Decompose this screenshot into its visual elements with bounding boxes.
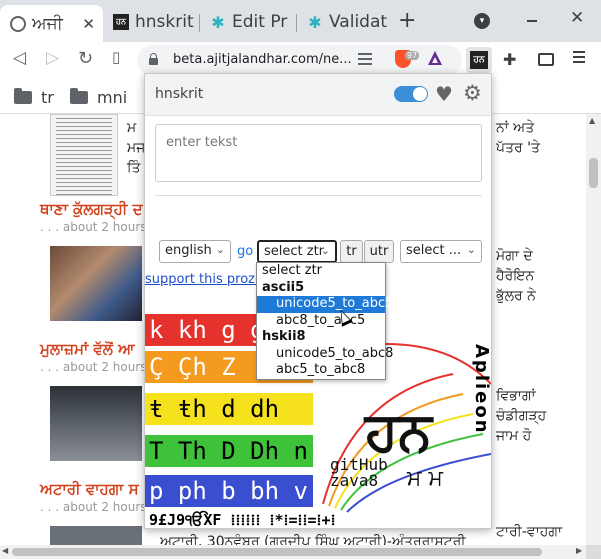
go-link[interactable]: go (237, 244, 253, 259)
teal-star-icon: ✱ (211, 12, 225, 32)
bookmark-folder-tr[interactable]: tr (14, 88, 54, 107)
reload-icon[interactable]: ↻ (78, 48, 93, 69)
dropdown-option[interactable]: abc8_to_abc5 (257, 313, 385, 330)
article-snippet: ਭੁੱਲਰ ਨੇ (496, 288, 536, 304)
logo-band-blue: p ph b bh v m (145, 475, 313, 507)
dropdown-option[interactable]: abc5_to_abc8 (257, 362, 385, 379)
article-snippet: ਟਾਰੀ-ਵਾਹਗਾ (496, 524, 563, 540)
article-snippet: ਮੋਗਾ ਦੇ (496, 248, 533, 264)
tab-ajit[interactable]: ਅਜੀ ✕ (0, 5, 103, 42)
tab-hnskrit[interactable]: ਹਨ hnskrit (103, 6, 199, 38)
scrollbar-thumb[interactable] (589, 158, 598, 188)
tab-title: Edit Pr (232, 12, 288, 32)
tab-title: Validat (329, 12, 388, 32)
chevron-down-icon: ⌄ (320, 244, 330, 257)
article-time: . . . about 2 hours (40, 220, 147, 234)
language-select[interactable]: english ⌄ (159, 240, 231, 263)
folder-icon (70, 88, 88, 104)
new-tab-button[interactable]: + (398, 8, 416, 33)
article-snippet: ਵਿਭਾਗਾਂ (496, 388, 536, 404)
scroll-up-icon[interactable]: ▲ (589, 116, 595, 125)
article-photo[interactable] (50, 246, 142, 321)
enable-toggle[interactable] (394, 86, 428, 102)
scrollbar-corner (586, 545, 601, 559)
scroll-right-icon[interactable]: ▶ (576, 546, 582, 555)
article-snippet: ਚੰਡੀਗੜ੍ਹ (496, 408, 547, 424)
scrollbar-thumb[interactable] (12, 548, 542, 556)
menu-icon[interactable] (573, 51, 585, 66)
gear-icon[interactable]: ⚙ (463, 81, 482, 105)
chevron-down-icon: ⌄ (215, 243, 225, 256)
scroll-left-icon[interactable]: ◀ (2, 546, 8, 555)
logo-vertical-text: Aplieon (471, 344, 491, 435)
article-thumbnail[interactable] (50, 114, 118, 196)
divider (155, 195, 482, 196)
dropdown-group: hskii8 (262, 329, 306, 344)
url-text[interactable]: beta.ajitjalandhar.com/ne... (173, 52, 352, 67)
article-snippet: ਪੱਤਰ 'ਤੇ (496, 140, 540, 156)
popup-header: hnskrit ♥ ⚙ (145, 74, 491, 116)
tab-strip: ਅਜੀ ✕ ਹਨ hnskrit ✱ Edit Pr ✱ Validat + ▾… (0, 0, 601, 42)
dropdown-group: ascii5 (262, 279, 305, 295)
wallet-icon[interactable] (538, 53, 554, 66)
tab-search-icon[interactable]: ▾ (474, 13, 490, 29)
article-snippet: ਮ (127, 120, 137, 136)
tab-validate[interactable]: ✱ Validat (297, 6, 389, 38)
logo-band-green: T Th D Dh n (145, 435, 313, 467)
article-photo[interactable] (50, 526, 142, 545)
article-snippet: ਜਾਮ ਹੋ (496, 428, 532, 444)
article-photo[interactable] (50, 386, 142, 461)
popup-title: hnskrit (155, 86, 204, 102)
chevron-down-icon: ⌄ (466, 243, 476, 256)
ztr-select[interactable]: select ztr ⌄ (257, 240, 337, 263)
dropdown-option[interactable]: select ztr (257, 263, 385, 280)
tab-edit[interactable]: ✱ Edit Pr (200, 6, 296, 38)
dropdown-option-selected[interactable]: unicode5_to_abc5 (257, 296, 393, 313)
article-snippet: ਮਜ (127, 140, 146, 156)
close-icon[interactable]: ✕ (82, 15, 95, 33)
logo-bottom-row: 9£J9ੴXF ⁞⁞⁞⁞⁞⁞ ⁞*⁞=⁞⁞=⁞+⁞ (149, 511, 336, 529)
logo-band-yellow: ŧ ŧh d dh (145, 393, 313, 425)
bookmark-icon[interactable]: ▯ (112, 48, 120, 66)
hnskrit-icon: ਹਨ (113, 14, 129, 30)
tr-button[interactable]: tr (340, 240, 363, 263)
back-icon[interactable]: ◁ (13, 48, 26, 68)
logo-small-glyph: ਮ ਮ (407, 466, 443, 491)
article-time: . . . about 2 hours (40, 500, 147, 514)
minimize-icon[interactable] (527, 20, 537, 22)
forward-icon[interactable]: ▷ (46, 48, 59, 68)
address-bar[interactable]: beta.ajitjalandhar.com/ne... 97 (137, 45, 462, 75)
window-close-icon[interactable]: ✕ (570, 8, 584, 28)
tab-title: ਅਜੀ (32, 13, 63, 34)
globe-icon (10, 15, 26, 32)
dropdown-option[interactable]: unicode5_to_abc8 (257, 346, 393, 363)
hnskrit-extension-icon[interactable]: ਹਨ (470, 51, 488, 69)
text-input[interactable]: enter tekst (155, 124, 482, 182)
horizontal-scrollbar[interactable]: ◀ ▶ (0, 545, 586, 559)
article-snippet: ਹੈਰੋਇਨ (496, 268, 535, 284)
browser-window: ਅਜੀ ✕ ਹਨ hnskrit ✱ Edit Pr ✱ Validat + ▾… (0, 0, 601, 559)
bookmark-folder-mni[interactable]: mni (70, 88, 127, 107)
lock-icon (149, 53, 158, 65)
output-select[interactable]: select ... ⌄ (400, 240, 482, 263)
article-headline[interactable]: ਅਟਾਰੀ ਵਾਹਗਾ ਸ (40, 480, 139, 498)
ztr-dropdown-list: select ztr ascii5 unicode5_to_abc5 abc8_… (256, 262, 393, 380)
article-snippet: ਤਿੰ (127, 160, 141, 176)
article-time: . . . about 2 hours (40, 360, 147, 374)
heart-icon[interactable]: ♥ (435, 82, 453, 106)
folder-icon (14, 88, 32, 104)
article-headline[interactable]: ਥਾਣਾ ਕੁੱਲਗੜ੍ਹੀ ਦ (40, 200, 143, 218)
brave-rewards-icon[interactable] (428, 51, 442, 65)
shields-count-badge: 97 (405, 51, 420, 60)
utr-button[interactable]: utr (364, 240, 394, 263)
article-snippet: ਨਾਂ ਅਤੇ (496, 120, 535, 136)
logo-github-text: gitHub zava8 (330, 455, 388, 490)
vertical-scrollbar[interactable]: ▲ (586, 114, 601, 545)
extensions-puzzle-icon[interactable]: ✚ (503, 50, 516, 69)
article-snippet: ਅਟਾਰੀ, 30ਨਵੰਬਰ (ਗੁਰਦੀਪ ਸਿੰਘ ਅਟਾਰੀ)-ਅੰਤਰਰ… (160, 534, 466, 545)
teal-star-icon: ✱ (308, 12, 322, 32)
article-headline[interactable]: ਮੁਲਾਜ਼ਮਾਂ ਵੱਲੋਂ ਆ (40, 340, 135, 358)
tab-title: hnskrit (135, 12, 194, 32)
reader-mode-icon[interactable] (358, 53, 372, 68)
